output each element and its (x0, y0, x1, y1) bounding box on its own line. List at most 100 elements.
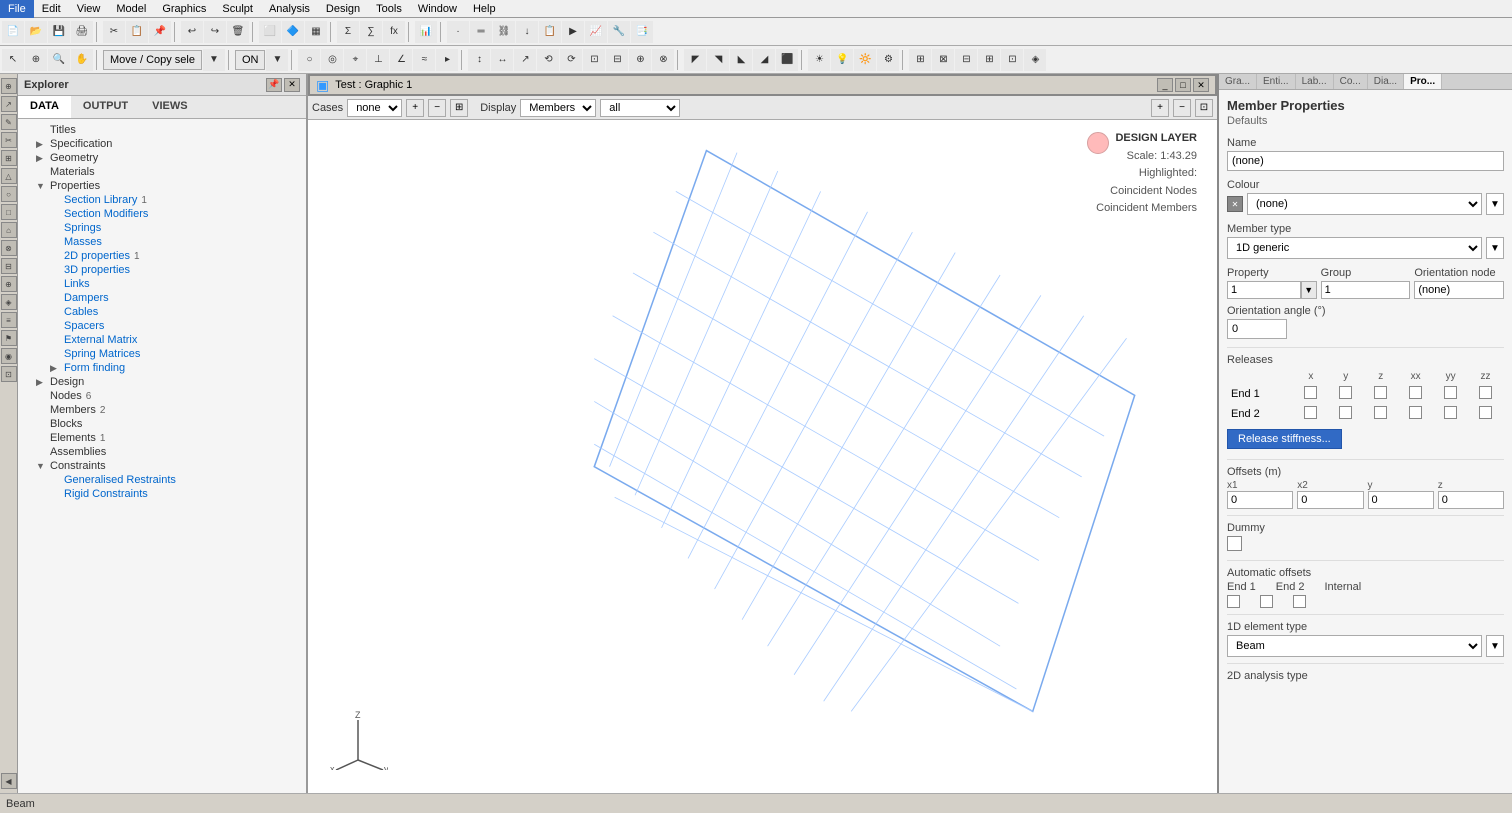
beam-btn[interactable]: ═ (470, 21, 492, 43)
tree-item-2d-properties[interactable]: 2D properties 1 (18, 249, 306, 263)
end1-xx-cb[interactable] (1409, 386, 1422, 399)
menu-file[interactable]: File (0, 0, 34, 18)
rp-tab-co[interactable]: Co... (1334, 74, 1368, 89)
tree-item-3d-properties[interactable]: 3D properties (18, 263, 306, 277)
left-icon-1[interactable]: ⊕ (1, 78, 17, 94)
all-select[interactable]: all (600, 99, 680, 117)
light4-btn[interactable]: ⚙ (877, 49, 899, 71)
light2-btn[interactable]: 💡 (831, 49, 853, 71)
misc6-btn[interactable]: ◈ (1024, 49, 1046, 71)
wireframe-btn[interactable]: ⬜ (259, 21, 281, 43)
rp-property-input[interactable] (1227, 281, 1301, 299)
tab-views[interactable]: VIEWS (140, 96, 199, 118)
redo-btn[interactable]: ↪ (204, 21, 226, 43)
offset-x2-input[interactable] (1297, 491, 1363, 509)
undo-btn[interactable]: ↩ (181, 21, 203, 43)
select-btn[interactable]: ⊕ (25, 49, 47, 71)
render-btn[interactable]: 🔷 (282, 21, 304, 43)
misc3-btn[interactable]: ⊟ (955, 49, 977, 71)
design-btn[interactable]: 🔧 (608, 21, 630, 43)
tree-item-section-library[interactable]: Section Library 1 (18, 193, 306, 207)
display-select[interactable]: Members (520, 99, 596, 117)
view4-btn[interactable]: ⟲ (537, 49, 559, 71)
node-btn[interactable]: · (447, 21, 469, 43)
tree-item-external-matrix[interactable]: External Matrix (18, 333, 306, 347)
display-plus-btn[interactable]: + (1151, 99, 1169, 117)
end2-x-cb[interactable] (1304, 406, 1317, 419)
left-icon-7[interactable]: ○ (1, 186, 17, 202)
on-btn-arrow[interactable]: ▼ (266, 49, 288, 71)
load-btn[interactable]: ↓ (516, 21, 538, 43)
left-icon-14[interactable]: ≡ (1, 312, 17, 328)
cursor-btn[interactable]: ↖ (2, 49, 24, 71)
view5-btn[interactable]: ⟳ (560, 49, 582, 71)
tree-item-spacers[interactable]: Spacers (18, 319, 306, 333)
tree-item-constraints[interactable]: ▼ Constraints (18, 459, 306, 473)
misc2-btn[interactable]: ⊠ (932, 49, 954, 71)
snap5-btn[interactable]: ∠ (390, 49, 412, 71)
tree-item-properties[interactable]: ▼ Properties (18, 179, 306, 193)
fx-btn[interactable]: fx (383, 21, 405, 43)
cases-btn[interactable]: 📊 (415, 21, 437, 43)
left-icon-2[interactable]: ↗ (1, 96, 17, 112)
view6-btn[interactable]: ⊡ (583, 49, 605, 71)
tree-item-nodes[interactable]: Nodes 6 (18, 389, 306, 403)
print-btn[interactable]: 🖨 (71, 21, 93, 43)
rp-tab-enti[interactable]: Enti... (1257, 74, 1296, 89)
rp-member-type-dropdown-btn[interactable]: ▼ (1486, 237, 1504, 259)
rp-colour-dropdown-btn[interactable]: ▼ (1486, 193, 1504, 215)
menu-view[interactable]: View (69, 0, 109, 18)
tree-item-design[interactable]: ▶ Design (18, 375, 306, 389)
menu-tools[interactable]: Tools (368, 0, 410, 18)
display-minus-btn[interactable]: − (1173, 99, 1191, 117)
open-btn[interactable]: 📂 (25, 21, 47, 43)
menu-sculpt[interactable]: Sculpt (214, 0, 261, 18)
snap7-btn[interactable]: ▸ (436, 49, 458, 71)
left-icon-10[interactable]: ⊗ (1, 240, 17, 256)
tree-item-dampers[interactable]: Dampers (18, 291, 306, 305)
menu-help[interactable]: Help (465, 0, 504, 18)
offset-x1-input[interactable] (1227, 491, 1293, 509)
end1-y-cb[interactable] (1339, 386, 1352, 399)
tree-item-specification[interactable]: ▶ Specification (18, 137, 306, 151)
tree-item-geometry[interactable]: ▶ Geometry (18, 151, 306, 165)
cases-select[interactable]: none (347, 99, 402, 117)
cases-minus-btn[interactable]: − (428, 99, 446, 117)
left-icon-13[interactable]: ◈ (1, 294, 17, 310)
cut-btn[interactable]: ✂ (103, 21, 125, 43)
end2-xx-cb[interactable] (1409, 406, 1422, 419)
view2-btn[interactable]: ↔ (491, 49, 513, 71)
3d1-btn[interactable]: ◤ (684, 49, 706, 71)
menu-design[interactable]: Design (318, 0, 368, 18)
menu-window[interactable]: Window (410, 0, 465, 18)
colour-swatch[interactable]: ✕ (1227, 196, 1243, 212)
menu-edit[interactable]: Edit (34, 0, 69, 18)
tree-item-links[interactable]: Links (18, 277, 306, 291)
rp-tab-dia[interactable]: Dia... (1368, 74, 1404, 89)
end2-zz-cb[interactable] (1479, 406, 1492, 419)
3d3-btn[interactable]: ◣ (730, 49, 752, 71)
move-copy-btn[interactable]: Move / Copy sele (103, 50, 202, 70)
view1-btn[interactable]: ↕ (468, 49, 490, 71)
rp-group-input[interactable] (1321, 281, 1411, 299)
paste-btn[interactable]: 📌 (149, 21, 171, 43)
auto-internal-cb[interactable] (1293, 595, 1306, 608)
run-btn[interactable]: ▶ (562, 21, 584, 43)
tab-data[interactable]: DATA (18, 96, 71, 118)
tree-item-form-finding[interactable]: ▶ Form finding (18, 361, 306, 375)
left-icon-12[interactable]: ⊕ (1, 276, 17, 292)
left-icon-8[interactable]: □ (1, 204, 17, 220)
tree-item-members[interactable]: Members 2 (18, 403, 306, 417)
rp-tab-pro[interactable]: Pro... (1404, 74, 1442, 89)
menu-analysis[interactable]: Analysis (261, 0, 318, 18)
misc5-btn[interactable]: ⊡ (1001, 49, 1023, 71)
left-icon-15[interactable]: ⚑ (1, 330, 17, 346)
snap3-btn[interactable]: ⌖ (344, 49, 366, 71)
new-btn[interactable]: 📄 (2, 21, 24, 43)
rp-tab-gra[interactable]: Gra... (1219, 74, 1257, 89)
menu-graphics[interactable]: Graphics (154, 0, 214, 18)
rp-member-type-select[interactable]: 1D generic (1227, 237, 1482, 259)
viewport-minimize-btn[interactable]: _ (1157, 78, 1173, 92)
sigma-btn[interactable]: Σ (337, 21, 359, 43)
canvas[interactable]: DESIGN LAYER Scale: 1:43.29 Highlighted:… (308, 120, 1217, 793)
